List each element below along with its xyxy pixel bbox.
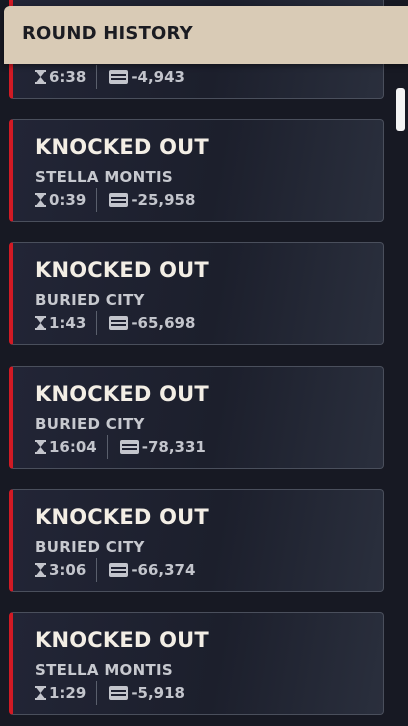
round-stats: 1:43 -65,698 — [35, 311, 195, 335]
round-value: -25,958 — [131, 191, 196, 209]
round-outcome: KNOCKED OUT — [35, 258, 209, 282]
hourglass-icon — [35, 440, 46, 454]
round-outcome: KNOCKED OUT — [35, 135, 209, 159]
loot-box-icon — [109, 70, 129, 84]
round-card[interactable]: KNOCKED OUT BURIED CITY 3:06 -66,374 — [9, 489, 384, 592]
loot-box-icon — [109, 316, 129, 330]
hourglass-icon — [35, 70, 46, 84]
round-outcome: KNOCKED OUT — [35, 382, 209, 406]
round-card[interactable]: KNOCKED OUT STELLA MONTIS 0:39 -25,958 — [9, 119, 384, 222]
round-duration: 1:29 — [49, 684, 87, 702]
round-duration: 0:39 — [49, 191, 87, 209]
round-stats: 3:06 -66,374 — [35, 558, 195, 582]
hourglass-icon — [35, 193, 46, 207]
stat-divider — [96, 311, 98, 335]
stat-divider — [96, 558, 98, 582]
round-history-list[interactable]: 6:38 -4,943 KNOCKED OUT STELLA MONTIS 0:… — [0, 0, 394, 726]
loot-box-icon — [119, 440, 139, 454]
round-value: -78,331 — [141, 438, 206, 456]
round-duration: 3:06 — [49, 561, 87, 579]
round-value: -4,943 — [131, 68, 185, 86]
round-stats: 6:38 -4,943 — [35, 65, 185, 89]
loot-box-icon — [109, 563, 129, 577]
round-value: -66,374 — [131, 561, 196, 579]
round-duration: 6:38 — [49, 68, 87, 86]
round-outcome: KNOCKED OUT — [35, 628, 209, 652]
round-map: STELLA MONTIS — [35, 168, 173, 186]
hourglass-icon — [35, 316, 46, 330]
loot-box-icon — [109, 193, 129, 207]
round-stats: 16:04 -78,331 — [35, 435, 206, 459]
hourglass-icon — [35, 563, 46, 577]
scrollbar-thumb[interactable] — [396, 88, 405, 131]
hourglass-icon — [35, 686, 46, 700]
round-map: BURIED CITY — [35, 538, 145, 556]
round-outcome: KNOCKED OUT — [35, 505, 209, 529]
round-value: -65,698 — [131, 314, 196, 332]
round-duration: 1:43 — [49, 314, 87, 332]
round-stats: 1:29 -5,918 — [35, 681, 185, 705]
round-duration: 16:04 — [49, 438, 97, 456]
round-card[interactable]: KNOCKED OUT BURIED CITY 16:04 -78,331 — [9, 366, 384, 469]
round-card[interactable]: KNOCKED OUT STELLA MONTIS 1:29 -5,918 — [9, 612, 384, 715]
round-map: BURIED CITY — [35, 291, 145, 309]
round-map: STELLA MONTIS — [35, 661, 173, 679]
stat-divider — [96, 681, 98, 705]
round-map: BURIED CITY — [35, 415, 145, 433]
round-history-header: ROUND HISTORY — [4, 6, 408, 64]
round-card[interactable]: KNOCKED OUT BURIED CITY 1:43 -65,698 — [9, 242, 384, 345]
page-title: ROUND HISTORY — [22, 23, 193, 44]
loot-box-icon — [109, 686, 129, 700]
stat-divider — [96, 65, 98, 89]
round-value: -5,918 — [131, 684, 185, 702]
stat-divider — [106, 435, 108, 459]
round-stats: 0:39 -25,958 — [35, 188, 195, 212]
stat-divider — [96, 188, 98, 212]
